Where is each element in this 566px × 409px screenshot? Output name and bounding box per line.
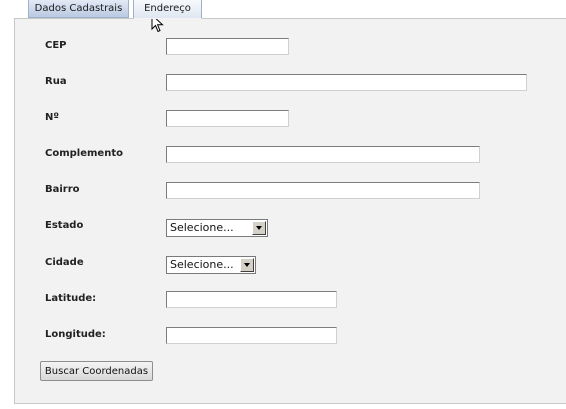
tab-endereco[interactable]: Endereço <box>133 0 202 19</box>
cidade-selected-value: Selecione... <box>170 258 234 271</box>
cep-input[interactable] <box>166 38 289 55</box>
rua-input[interactable] <box>166 74 527 91</box>
longitude-label: Longitude: <box>45 329 106 340</box>
numero-label: Nº <box>45 112 60 123</box>
cep-label: CEP <box>45 40 67 51</box>
latitude-input[interactable] <box>166 291 337 308</box>
complemento-label: Complemento <box>45 148 123 159</box>
bairro-input[interactable] <box>166 182 480 199</box>
chevron-down-icon[interactable] <box>240 258 254 272</box>
estado-select[interactable]: Selecione... <box>166 219 268 237</box>
chevron-down-icon[interactable] <box>252 221 266 235</box>
numero-input[interactable] <box>166 110 289 127</box>
estado-selected-value: Selecione... <box>170 221 234 234</box>
bairro-label: Bairro <box>45 184 80 195</box>
latitude-label: Latitude: <box>45 293 97 304</box>
tab-dados-cadastrais[interactable]: Dados Cadastrais <box>28 0 129 18</box>
cidade-select[interactable]: Selecione... <box>166 256 256 274</box>
cidade-label: Cidade <box>45 257 84 268</box>
longitude-input[interactable] <box>166 327 337 344</box>
estado-label: Estado <box>45 220 84 231</box>
complemento-input[interactable] <box>166 146 480 163</box>
buscar-coordenadas-button[interactable]: Buscar Coordenadas <box>40 361 153 381</box>
rua-label: Rua <box>45 76 67 87</box>
